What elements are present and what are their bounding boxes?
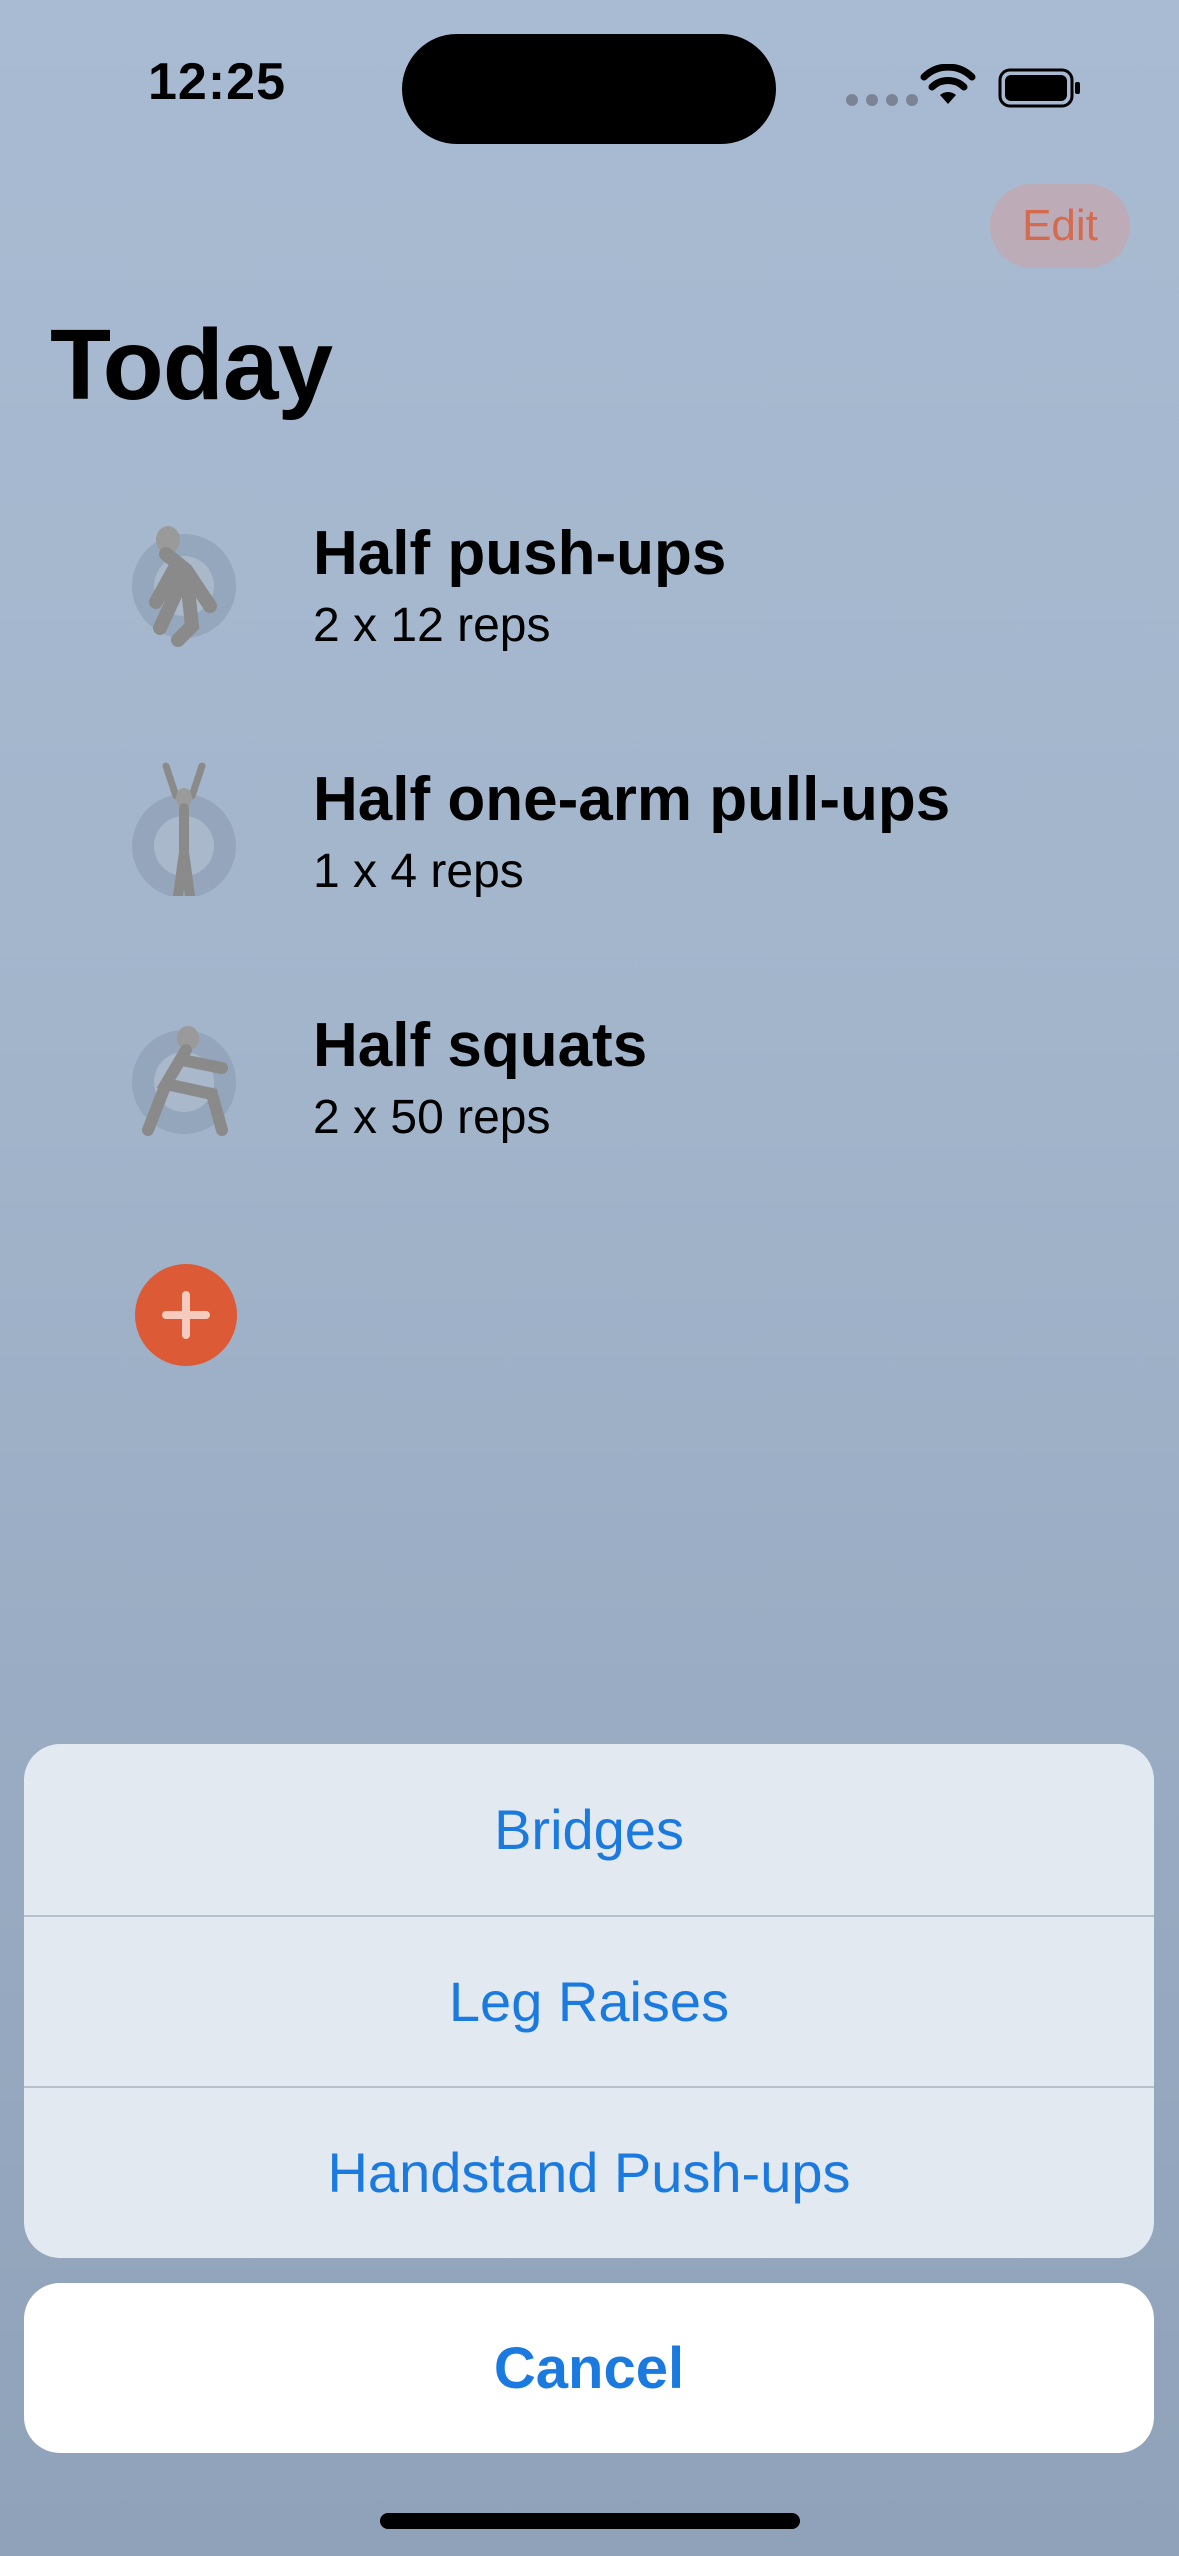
exercise-row[interactable]: Half push-ups 2 x 12 reps — [0, 480, 1179, 680]
add-exercise-button[interactable] — [135, 1264, 237, 1366]
cancel-button[interactable]: Cancel — [24, 2283, 1154, 2453]
action-option-handstand-push-ups[interactable]: Handstand Push-ups — [24, 2086, 1154, 2257]
squat-figure-icon — [132, 1026, 236, 1136]
exercise-row[interactable]: Half one-arm pull-ups 1 x 4 reps — [0, 726, 1179, 926]
cellular-signal-icon — [846, 94, 918, 106]
exercise-detail: 1 x 4 reps — [313, 845, 524, 898]
action-option-bridges[interactable]: Bridges — [24, 1744, 1154, 1915]
home-indicator[interactable] — [380, 2513, 800, 2529]
page-title: Today — [50, 309, 333, 421]
action-option-leg-raises[interactable]: Leg Raises — [24, 1915, 1154, 2086]
exercise-row[interactable]: Half squats 2 x 50 reps — [0, 972, 1179, 1172]
battery-icon — [998, 68, 1080, 108]
exercise-detail: 2 x 50 reps — [313, 1091, 551, 1144]
exercise-name: Half squats — [313, 1011, 648, 1080]
action-sheet-options: Bridges Leg Raises Handstand Push-ups — [24, 1744, 1154, 2258]
plus-icon — [162, 1291, 210, 1339]
status-time: 12:25 — [148, 53, 286, 111]
wifi-icon — [920, 64, 976, 104]
pullup-figure-icon — [132, 762, 236, 896]
exercise-detail: 2 x 12 reps — [313, 599, 551, 652]
exercise-name: Half push-ups — [313, 519, 727, 588]
exercise-name: Half one-arm pull-ups — [313, 765, 951, 834]
pushup-figure-icon — [132, 526, 236, 647]
dynamic-island — [402, 34, 776, 144]
edit-button[interactable]: Edit — [990, 184, 1130, 268]
